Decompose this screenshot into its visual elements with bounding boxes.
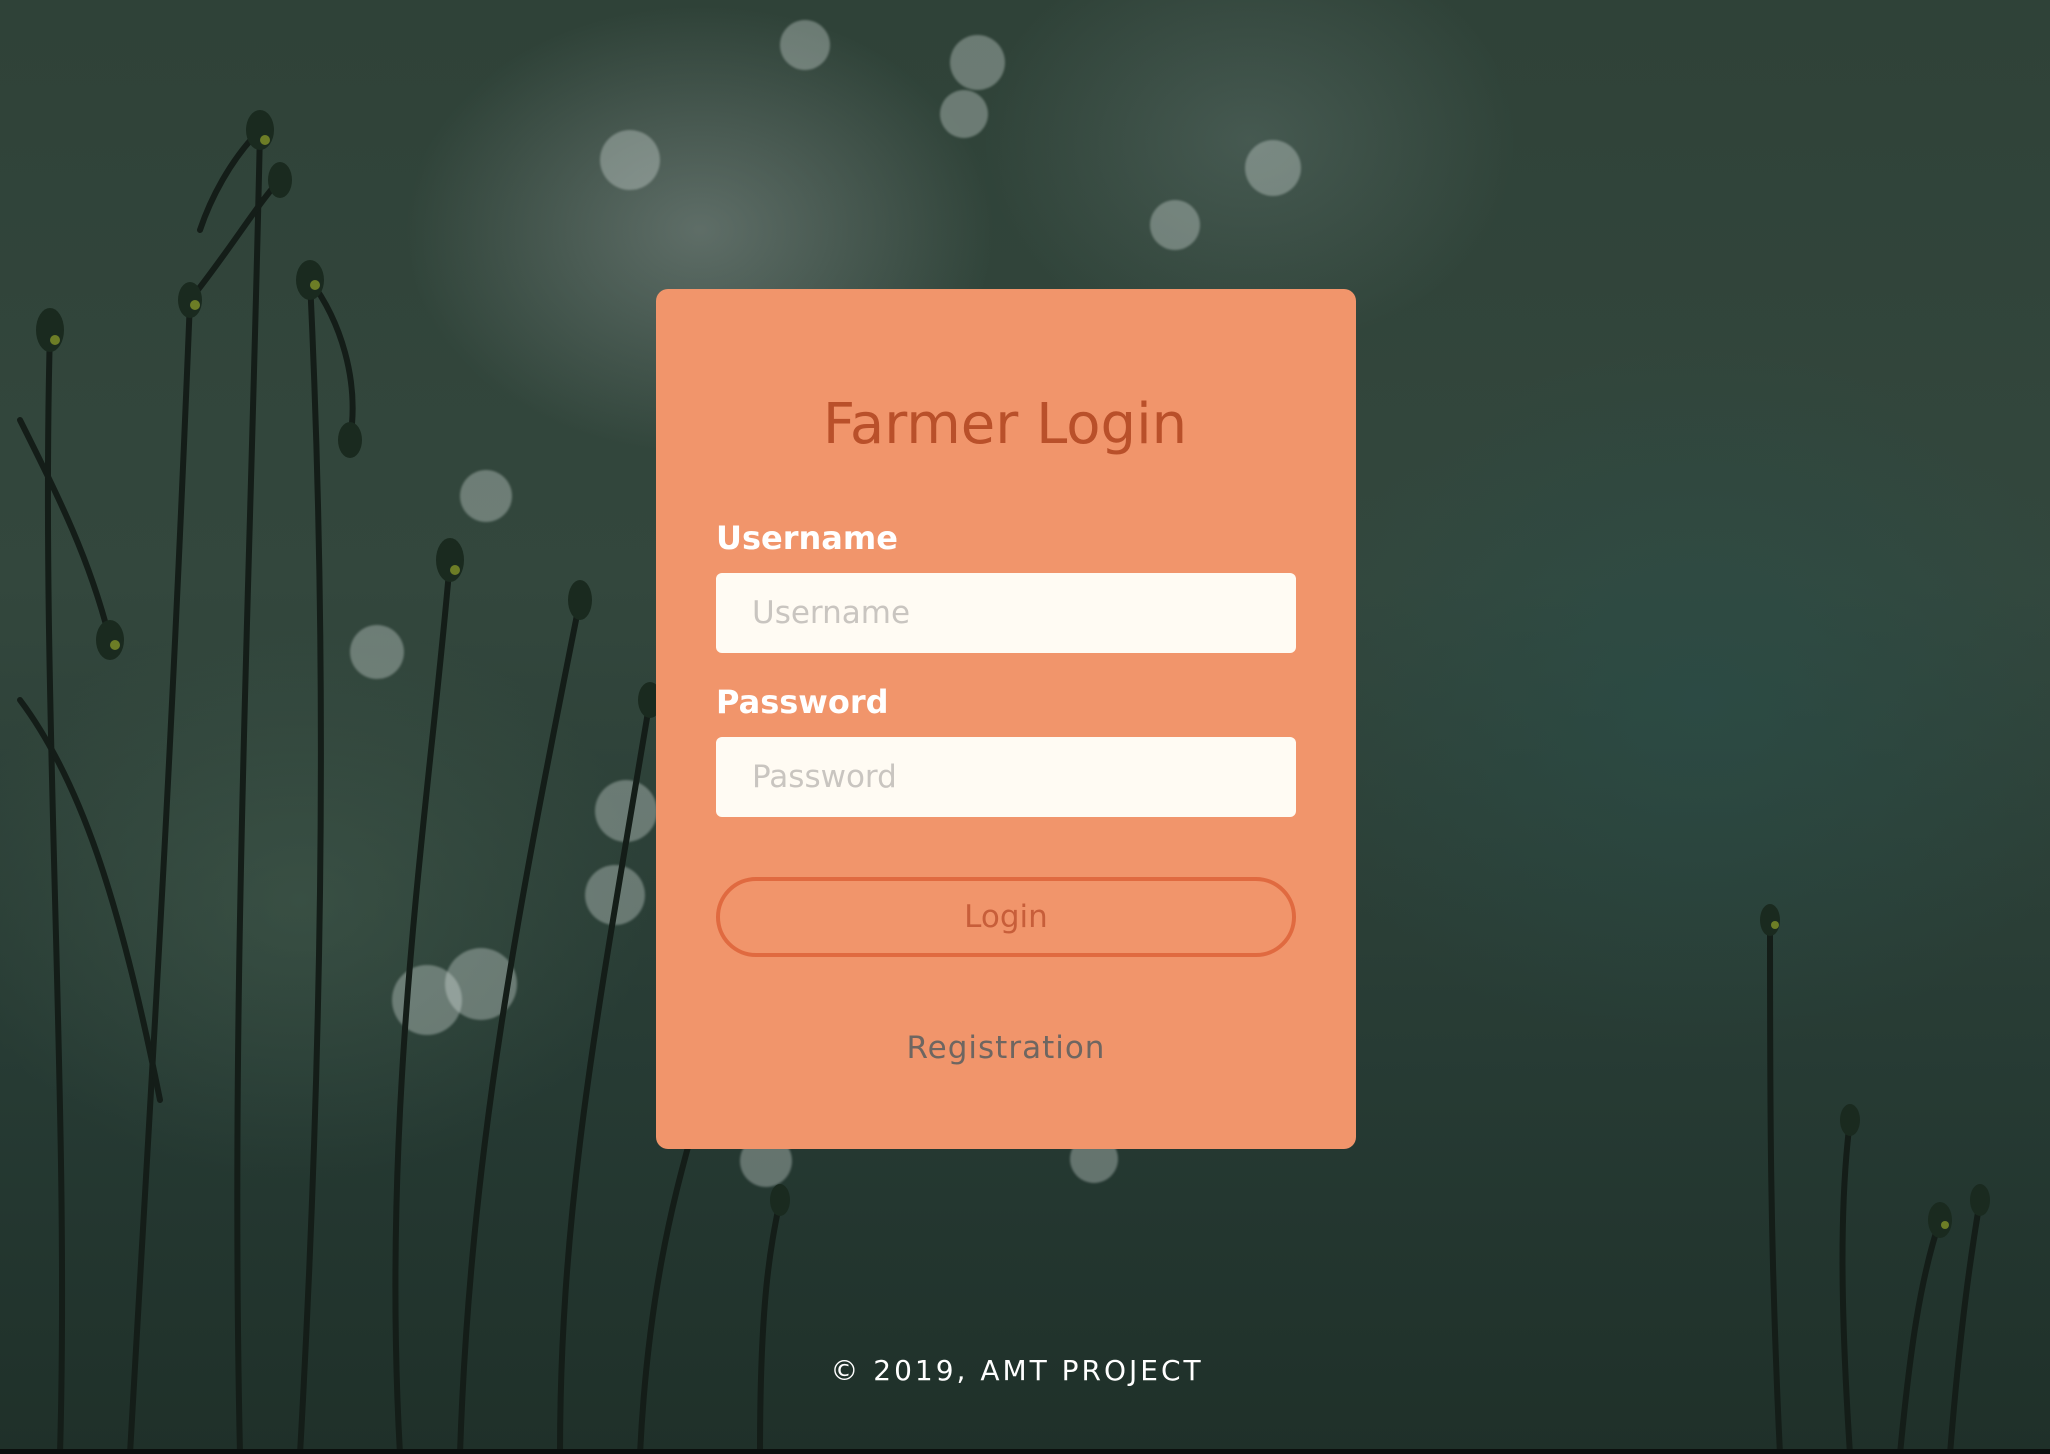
login-title: Farmer Login [822, 392, 1188, 457]
login-button[interactable]: Login [716, 877, 1296, 957]
password-label: Password [716, 683, 889, 721]
username-label: Username [716, 519, 898, 557]
username-input[interactable] [716, 573, 1296, 653]
bottom-edge [0, 1449, 2050, 1454]
footer-copyright: © 2019, AMT PROJECT [830, 1354, 1204, 1387]
registration-link[interactable]: Registration [656, 1030, 1356, 1066]
password-input[interactable] [716, 737, 1296, 817]
